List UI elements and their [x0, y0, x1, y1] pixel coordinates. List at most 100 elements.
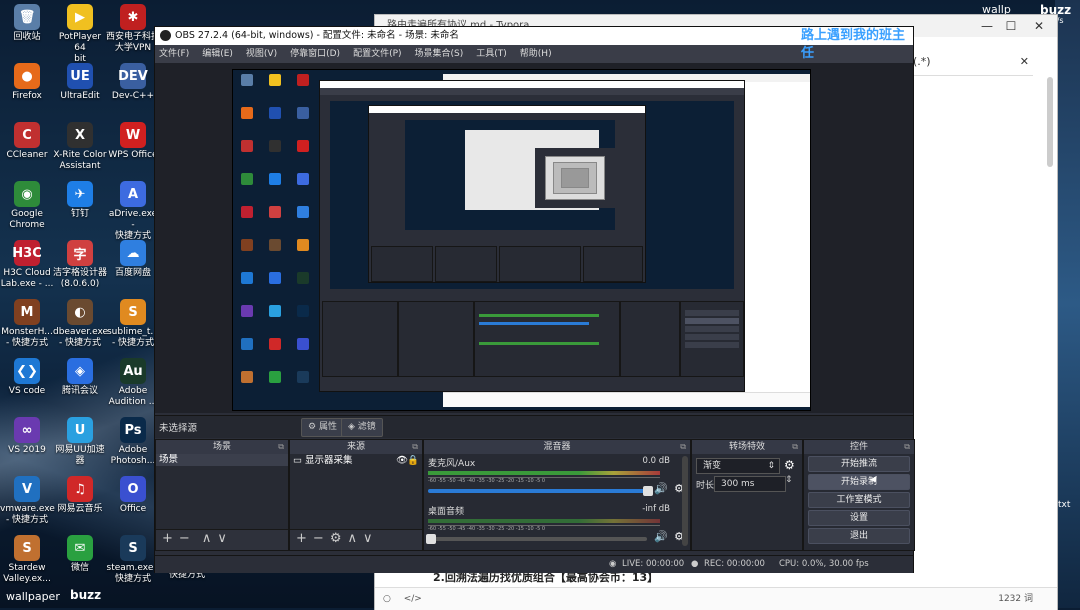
- desktop-icon[interactable]: 🗑 回收站: [0, 4, 54, 43]
- typora-search-field[interactable]: (.*) ✕: [913, 55, 1033, 76]
- nested-scenes-dock: [322, 301, 398, 377]
- nested-desktop-icon: [241, 272, 253, 284]
- desktop-icon[interactable]: H3C H3C Cloud Lab.exe - ...: [0, 240, 54, 290]
- desktop-icon[interactable]: ✉ 微信: [53, 535, 107, 574]
- speaker-icon[interactable]: 🔊: [654, 530, 668, 543]
- obs-preview-canvas[interactable]: [232, 69, 811, 411]
- app-icon: S: [120, 535, 146, 561]
- desktop-icon[interactable]: UE UltraEdit: [53, 63, 107, 102]
- source-gear-icon[interactable]: ⚙: [330, 531, 342, 546]
- nested-desktop-icon: [241, 107, 253, 119]
- desktop-icon-label: 网易云音乐: [57, 504, 103, 514]
- typora-minimize-button[interactable]: —: [975, 15, 999, 37]
- desktop-icon[interactable]: ∞ VS 2019: [0, 417, 54, 456]
- start-recording-button[interactable]: 开始录制: [808, 474, 910, 490]
- desktop-icon[interactable]: Ssublime_t... - 快捷方式: [106, 299, 160, 349]
- app-icon: V: [14, 476, 40, 502]
- start-streaming-button[interactable]: 开始推流: [808, 456, 910, 472]
- menu-item[interactable]: 配置文件(P): [353, 45, 401, 63]
- mixer-scrollbar[interactable]: [682, 456, 688, 546]
- typora-word-count[interactable]: 1232 词: [998, 588, 1033, 610]
- move-down-icon[interactable]: ∨: [217, 531, 227, 546]
- transition-gear-icon[interactable]: ⚙: [784, 458, 795, 472]
- desktop-icon[interactable]: Ssteam.exe - 快捷方式: [106, 535, 160, 585]
- menu-item[interactable]: 工具(T): [476, 45, 507, 63]
- desktop-icon[interactable]: ▶ PotPlayer 64 bit: [53, 4, 107, 65]
- move-down-icon[interactable]: ∨: [363, 531, 373, 546]
- desktop-icon[interactable]: ✱ 西安电子科技 大学VPN: [106, 4, 160, 54]
- duration-stepper-icon[interactable]: ⇕: [785, 475, 793, 485]
- desktop-icon[interactable]: X X-Rite Color Assistant: [53, 122, 107, 172]
- desktop-icon[interactable]: AaDrive.exe - 快捷方式: [106, 181, 160, 242]
- remove-source-icon[interactable]: −: [313, 531, 324, 546]
- studio-mode-button[interactable]: 工作室模式: [808, 492, 910, 508]
- desktop-icon[interactable]: ◈ 腾讯会议: [53, 358, 107, 397]
- desktop-icon[interactable]: S Stardew Valley.ex...: [0, 535, 54, 585]
- move-up-icon[interactable]: ∧: [202, 531, 212, 546]
- desktop-icon[interactable]: Vvmware.exe - 快捷方式: [0, 476, 55, 526]
- menu-item[interactable]: 视图(V): [246, 45, 277, 63]
- typora-maximize-button[interactable]: ☐: [999, 15, 1023, 37]
- app-icon: M: [14, 299, 40, 325]
- duration-input[interactable]: 300 ms: [714, 476, 786, 492]
- desktop-icon[interactable]: DEV Dev-C++: [106, 63, 160, 102]
- dock-popout-icon[interactable]: ⧉: [792, 440, 798, 454]
- speaker-icon[interactable]: 🔊: [654, 482, 668, 495]
- menu-item[interactable]: 编辑(E): [202, 45, 233, 63]
- desktop-icon[interactable]: ☁ 百度网盘: [106, 240, 160, 279]
- add-source-icon[interactable]: +: [296, 531, 307, 546]
- nested-desktop-icon: [241, 305, 253, 317]
- app-icon: X: [67, 122, 93, 148]
- typora-search-close-icon[interactable]: ✕: [1020, 55, 1029, 68]
- nested-desktop-icon: [297, 140, 309, 152]
- typora-close-button[interactable]: ✕: [1027, 15, 1051, 37]
- lock-icon[interactable]: 🔒: [407, 454, 419, 467]
- dock-popout-icon[interactable]: ⧉: [904, 440, 910, 454]
- source-list-item[interactable]: ▭ 显示器采集 👁 🔒: [290, 454, 422, 467]
- desktop-icon[interactable]: ✈ 钉钉: [53, 181, 107, 220]
- slider-knob[interactable]: [426, 534, 436, 544]
- remove-scene-icon[interactable]: −: [179, 531, 190, 546]
- desktop-icon[interactable]: W WPS Office: [106, 122, 160, 161]
- meter-scale: -60 -55 -50 -45 -40 -35 -30 -25 -20 -15 …: [428, 477, 661, 484]
- dock-popout-icon[interactable]: ⧉: [680, 440, 686, 454]
- exit-button[interactable]: 退出: [808, 528, 910, 544]
- typora-source-mode-icon[interactable]: </>: [404, 594, 422, 604]
- filters-button[interactable]: ◈ 滤镜: [341, 418, 383, 437]
- move-up-icon[interactable]: ∧: [347, 531, 357, 546]
- desktop-icon[interactable]: C CCleaner: [0, 122, 54, 161]
- scene-list-item[interactable]: 场景: [156, 454, 288, 466]
- desktop-icon[interactable]: Ps Adobe Photosh...: [106, 417, 160, 467]
- nested-mixer-dock: [474, 301, 620, 377]
- transition-type-select[interactable]: 渐变 ⇕: [696, 458, 780, 474]
- typora-sidebar-toggle-icon[interactable]: ○: [383, 594, 391, 604]
- desktop-icon[interactable]: 字洁字格设计器 (8.0.6.0): [53, 240, 107, 290]
- settings-button[interactable]: 设置: [808, 510, 910, 526]
- dock-popout-icon[interactable]: ⧉: [412, 440, 418, 454]
- volume-slider[interactable]: [428, 486, 654, 496]
- obs-titlebar[interactable]: OBS 27.2.4 (64-bit, windows) - 配置文件: 未命名…: [155, 27, 913, 61]
- desktop-icon[interactable]: O Office: [106, 476, 160, 515]
- meter-scale: -60 -55 -50 -45 -40 -35 -30 -25 -20 -15 …: [428, 525, 661, 532]
- desktop-icon[interactable]: U 网易UU加速 器: [53, 417, 107, 467]
- desktop-icon[interactable]: AuAdobe Audition ...: [106, 358, 160, 408]
- desktop-icon[interactable]: ◐ dbeaver.exe - 快捷方式: [53, 299, 108, 349]
- menu-item[interactable]: 场景集合(S): [415, 45, 464, 63]
- desktop-icon[interactable]: ◉ Google Chrome: [0, 181, 54, 231]
- volume-slider[interactable]: [426, 534, 648, 544]
- desktop-icon[interactable]: M MonsterH... - 快捷方式: [0, 299, 54, 349]
- slider-knob[interactable]: [643, 486, 654, 496]
- typora-scrollbar[interactable]: [1047, 77, 1053, 167]
- obs-window[interactable]: OBS 27.2.4 (64-bit, windows) - 配置文件: 未命名…: [154, 26, 915, 573]
- menu-item[interactable]: 文件(F): [159, 45, 189, 63]
- menu-item[interactable]: 停靠窗口(D): [290, 45, 340, 63]
- menu-item[interactable]: 帮助(H): [520, 45, 552, 63]
- nested-obs-preview: [330, 101, 734, 289]
- add-scene-icon[interactable]: +: [162, 531, 173, 546]
- desktop-icon[interactable]: ● Firefox: [0, 63, 54, 102]
- properties-button[interactable]: ⚙ 属性: [301, 418, 344, 437]
- dock-popout-icon[interactable]: ⧉: [278, 440, 284, 454]
- desktop-icon[interactable]: ❮❯ VS code: [0, 358, 54, 397]
- desktop-icon-label: Dev-C++: [111, 91, 155, 101]
- desktop-icon[interactable]: ♫ 网易云音乐: [53, 476, 107, 515]
